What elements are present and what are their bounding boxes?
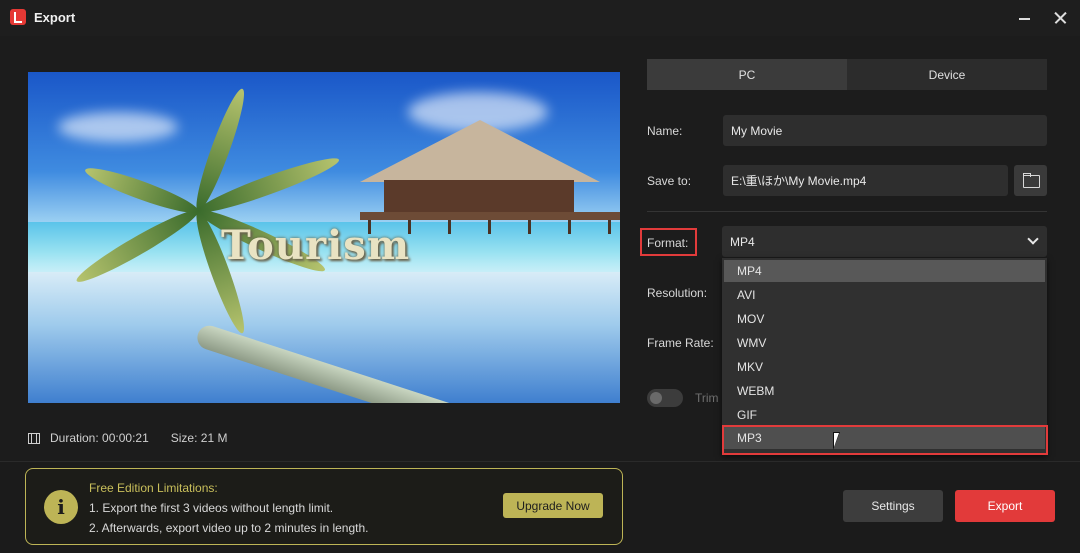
target-tabs: PC Device <box>647 59 1047 90</box>
save-path-field[interactable]: E:\重\ほか\My Movie.mp4 <box>723 165 1008 196</box>
size-label: Size: <box>170 431 198 445</box>
duration-label: Duration: <box>50 431 99 445</box>
folder-icon[interactable] <box>1014 165 1047 196</box>
title-bar: Export <box>0 0 1080 36</box>
tab-device[interactable]: Device <box>847 59 1047 90</box>
format-option-avi[interactable]: AVI <box>724 284 1045 306</box>
window-title: Export <box>34 10 76 25</box>
tab-pc[interactable]: PC <box>647 59 847 90</box>
app-logo-icon <box>10 9 26 25</box>
format-option-gif[interactable]: GIF <box>724 404 1045 426</box>
settings-button[interactable]: Settings <box>843 490 943 522</box>
frame-rate-label: Frame Rate: <box>647 336 714 350</box>
format-option-mkv[interactable]: MKV <box>724 356 1045 378</box>
video-info: Duration: 00:00:21 Size: 21 M <box>28 431 227 445</box>
limitations-line-1: 1. Export the first 3 videos without len… <box>89 501 334 515</box>
name-label: Name: <box>647 124 683 138</box>
limitations-title: Free Edition Limitations: <box>89 481 218 495</box>
video-preview: Tourism <box>28 72 620 403</box>
film-icon <box>28 432 40 444</box>
format-select[interactable]: MP4 <box>722 226 1047 257</box>
format-option-webm[interactable]: WEBM <box>724 380 1045 402</box>
mp3-highlight <box>722 425 1048 455</box>
duration-value: 00:00:21 <box>102 431 149 445</box>
divider <box>647 211 1047 212</box>
format-option-mp4[interactable]: MP4 <box>724 260 1045 282</box>
limitations-line-2: 2. Afterwards, export video up to 2 minu… <box>89 521 369 535</box>
format-option-mov[interactable]: MOV <box>724 308 1045 330</box>
chevron-down-icon <box>1027 233 1039 245</box>
format-option-wmv[interactable]: WMV <box>724 332 1045 354</box>
trim-label: Trim <box>695 391 719 405</box>
resolution-label: Resolution: <box>647 286 708 300</box>
minimize-icon[interactable] <box>1013 6 1037 30</box>
format-selected-value: MP4 <box>730 234 755 249</box>
export-button[interactable]: Export <box>955 490 1055 522</box>
save-to-label: Save to: <box>647 174 692 188</box>
preview-overlay-text: Tourism <box>221 222 411 269</box>
close-icon[interactable] <box>1049 6 1073 30</box>
info-icon: i <box>44 490 78 524</box>
trim-toggle[interactable] <box>647 389 683 407</box>
name-field[interactable]: My Movie <box>723 115 1047 146</box>
format-label-highlight <box>640 228 697 256</box>
mouse-cursor-icon <box>833 432 847 450</box>
size-value: 21 M <box>200 431 228 445</box>
upgrade-now-button[interactable]: Upgrade Now <box>503 493 603 518</box>
